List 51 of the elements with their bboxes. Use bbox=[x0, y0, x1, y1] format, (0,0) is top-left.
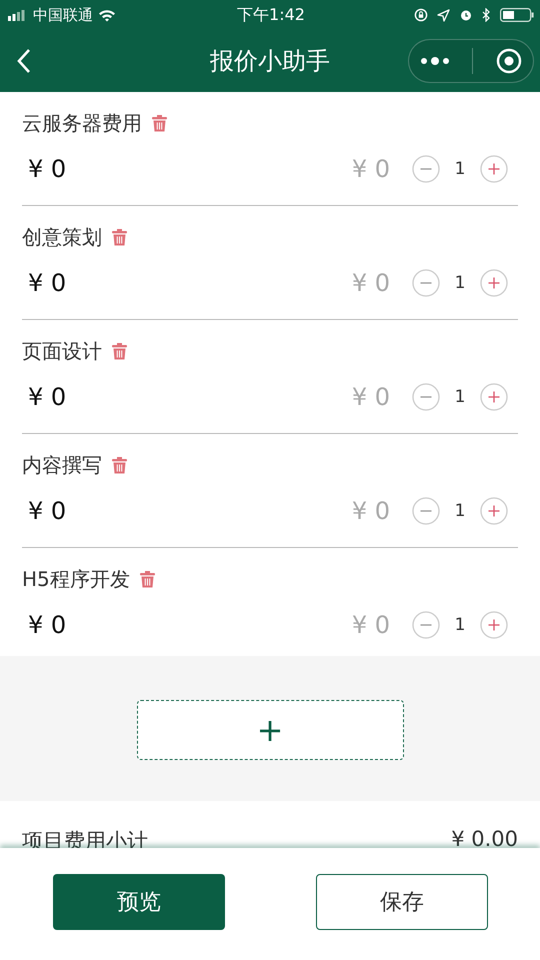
trash-icon[interactable] bbox=[112, 457, 127, 474]
item-amount: ¥ 0 bbox=[28, 155, 68, 183]
trash-icon[interactable] bbox=[112, 343, 127, 360]
unit-price-field[interactable]: ¥ 0 bbox=[352, 155, 390, 183]
unit-price-field[interactable]: ¥ 0 bbox=[352, 269, 390, 297]
item-name: 内容撰写 bbox=[22, 452, 102, 479]
quantity-value: 1 bbox=[454, 501, 466, 521]
alarm-icon bbox=[459, 8, 473, 22]
add-item-button[interactable]: + bbox=[136, 700, 404, 760]
item-amount: ¥ 0 bbox=[28, 269, 68, 297]
page-title: 报价小助手 bbox=[210, 46, 330, 77]
unit-price-field[interactable]: ¥ 0 bbox=[352, 383, 390, 411]
minus-button[interactable] bbox=[412, 269, 440, 297]
trash-icon[interactable] bbox=[112, 229, 127, 246]
quantity-value: 1 bbox=[454, 387, 466, 407]
trash-icon[interactable] bbox=[140, 571, 155, 588]
trash-icon[interactable] bbox=[152, 115, 167, 132]
carrier-name: 中国联通 bbox=[33, 6, 93, 24]
item-name: 创意策划 bbox=[22, 224, 102, 251]
quantity-value: 1 bbox=[454, 273, 466, 293]
subtotal-value: ¥ 0.00 bbox=[451, 827, 518, 853]
item-name: H5程序开发 bbox=[22, 566, 130, 593]
plus-button[interactable] bbox=[480, 611, 508, 639]
unit-price-field[interactable]: ¥ 0 bbox=[352, 497, 390, 525]
item-amount: ¥ 0 bbox=[28, 383, 68, 411]
battery-icon bbox=[500, 8, 534, 22]
unit-price-field[interactable]: ¥ 0 bbox=[352, 611, 390, 639]
wifi-icon bbox=[98, 8, 116, 22]
action-button[interactable]: 保存 bbox=[316, 874, 488, 930]
minus-button[interactable] bbox=[412, 155, 440, 183]
item-name: 云服务器费用 bbox=[22, 110, 142, 137]
bluetooth-icon bbox=[482, 8, 491, 22]
item-amount: ¥ 0 bbox=[28, 611, 68, 639]
plus-button[interactable] bbox=[480, 155, 508, 183]
item-amount: ¥ 0 bbox=[28, 497, 68, 525]
minus-button[interactable] bbox=[412, 497, 440, 525]
status-time: 下午1:42 bbox=[237, 4, 305, 26]
more-icon[interactable] bbox=[420, 56, 450, 66]
minus-button[interactable] bbox=[412, 611, 440, 639]
quantity-value: 1 bbox=[454, 159, 466, 179]
location-icon bbox=[437, 8, 450, 22]
minus-button[interactable] bbox=[412, 383, 440, 411]
action-button[interactable]: 预览 bbox=[53, 874, 225, 930]
item-name: 页面设计 bbox=[22, 338, 102, 365]
plus-button[interactable] bbox=[480, 269, 508, 297]
rotation-lock-icon bbox=[414, 8, 428, 22]
quantity-value: 1 bbox=[454, 615, 466, 635]
back-icon[interactable] bbox=[16, 47, 32, 75]
plus-button[interactable] bbox=[480, 383, 508, 411]
plus-button[interactable] bbox=[480, 497, 508, 525]
close-icon[interactable] bbox=[496, 48, 522, 74]
